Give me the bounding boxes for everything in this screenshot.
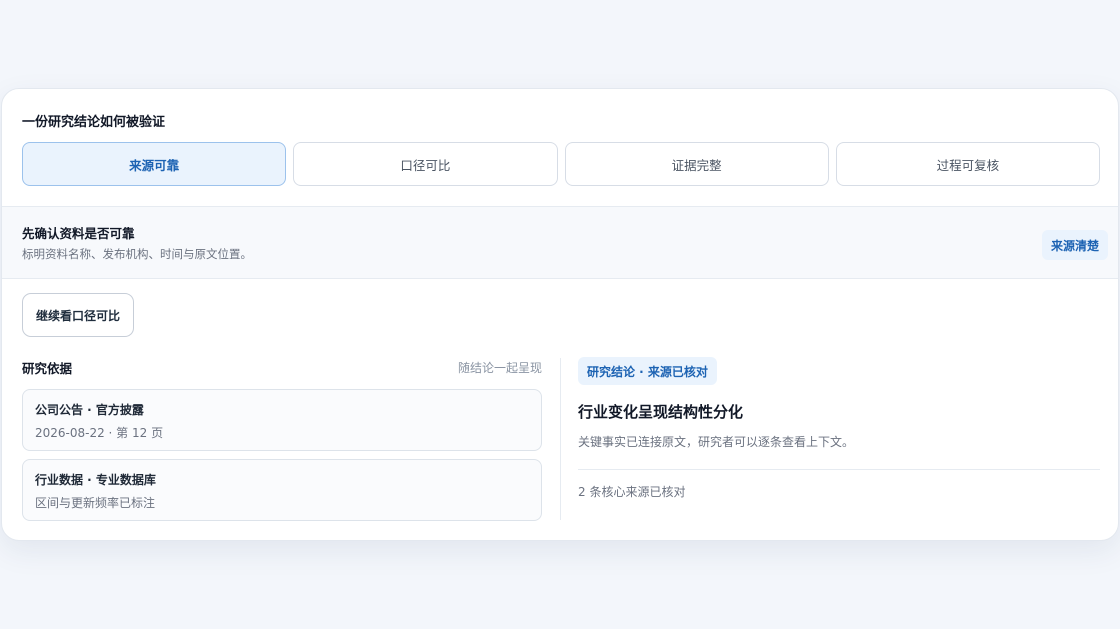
column-divider <box>560 358 561 520</box>
step-description: 标明资料名称、发布机构、时间与原文位置。 <box>22 247 252 261</box>
tab-process-reviewable[interactable]: 过程可复核 <box>835 142 1100 186</box>
conclusion-section: 研究结论 · 来源已核对 行业变化呈现结构性分化 关键事实已连接原文，研究者可以… <box>578 357 1100 500</box>
verification-card: 一份研究结论如何被验证 来源可靠 口径可比 证据完整 过程可复核 先确认资料是否… <box>1 88 1119 541</box>
evidence-item-name: 行业数据 · 专业数据库 <box>35 473 156 487</box>
evidence-item-meta: 区间与更新频率已标注 <box>35 496 156 510</box>
evidence-title: 研究依据 <box>22 360 73 376</box>
evidence-item-meta: 2026-08-22 · 第 12 页 <box>35 426 164 440</box>
tab-source-reliable[interactable]: 来源可靠 <box>22 142 287 186</box>
evidence-header: 研究依据 随结论一起呈现 <box>22 357 542 377</box>
evidence-hint: 随结论一起呈现 <box>457 360 542 375</box>
evidence-item[interactable]: 公司公告 · 官方披露 2026-08-22 · 第 12 页 <box>22 389 542 451</box>
tab-comparable-scope[interactable]: 口径可比 <box>293 142 558 186</box>
evidence-section: 研究依据 随结论一起呈现 公司公告 · 官方披露 2026-08-22 · 第 … <box>22 357 542 521</box>
evidence-item[interactable]: 行业数据 · 专业数据库 区间与更新频率已标注 <box>22 459 542 521</box>
conclusion-description: 关键事实已连接原文，研究者可以逐条查看上下文。 <box>578 435 855 449</box>
tab-evidence-complete[interactable]: 证据完整 <box>564 142 829 186</box>
conclusion-title: 行业变化呈现结构性分化 <box>578 403 744 421</box>
step-panel: 先确认资料是否可靠 标明资料名称、发布机构、时间与原文位置。 来源清楚 <box>2 206 1118 279</box>
conclusion-divider <box>578 469 1100 470</box>
continue-button[interactable]: 继续看口径可比 <box>22 293 134 337</box>
status-badge: 来源清楚 <box>1041 230 1108 260</box>
step-tabs: 来源可靠 口径可比 证据完整 过程可复核 <box>22 142 1100 186</box>
conclusion-footer: 2 条核心来源已核对 <box>578 485 686 499</box>
conclusion-badge: 研究结论 · 来源已核对 <box>578 357 717 385</box>
step-title: 先确认资料是否可靠 <box>22 226 135 241</box>
card-title: 一份研究结论如何被验证 <box>22 115 166 130</box>
evidence-item-name: 公司公告 · 官方披露 <box>35 403 144 417</box>
